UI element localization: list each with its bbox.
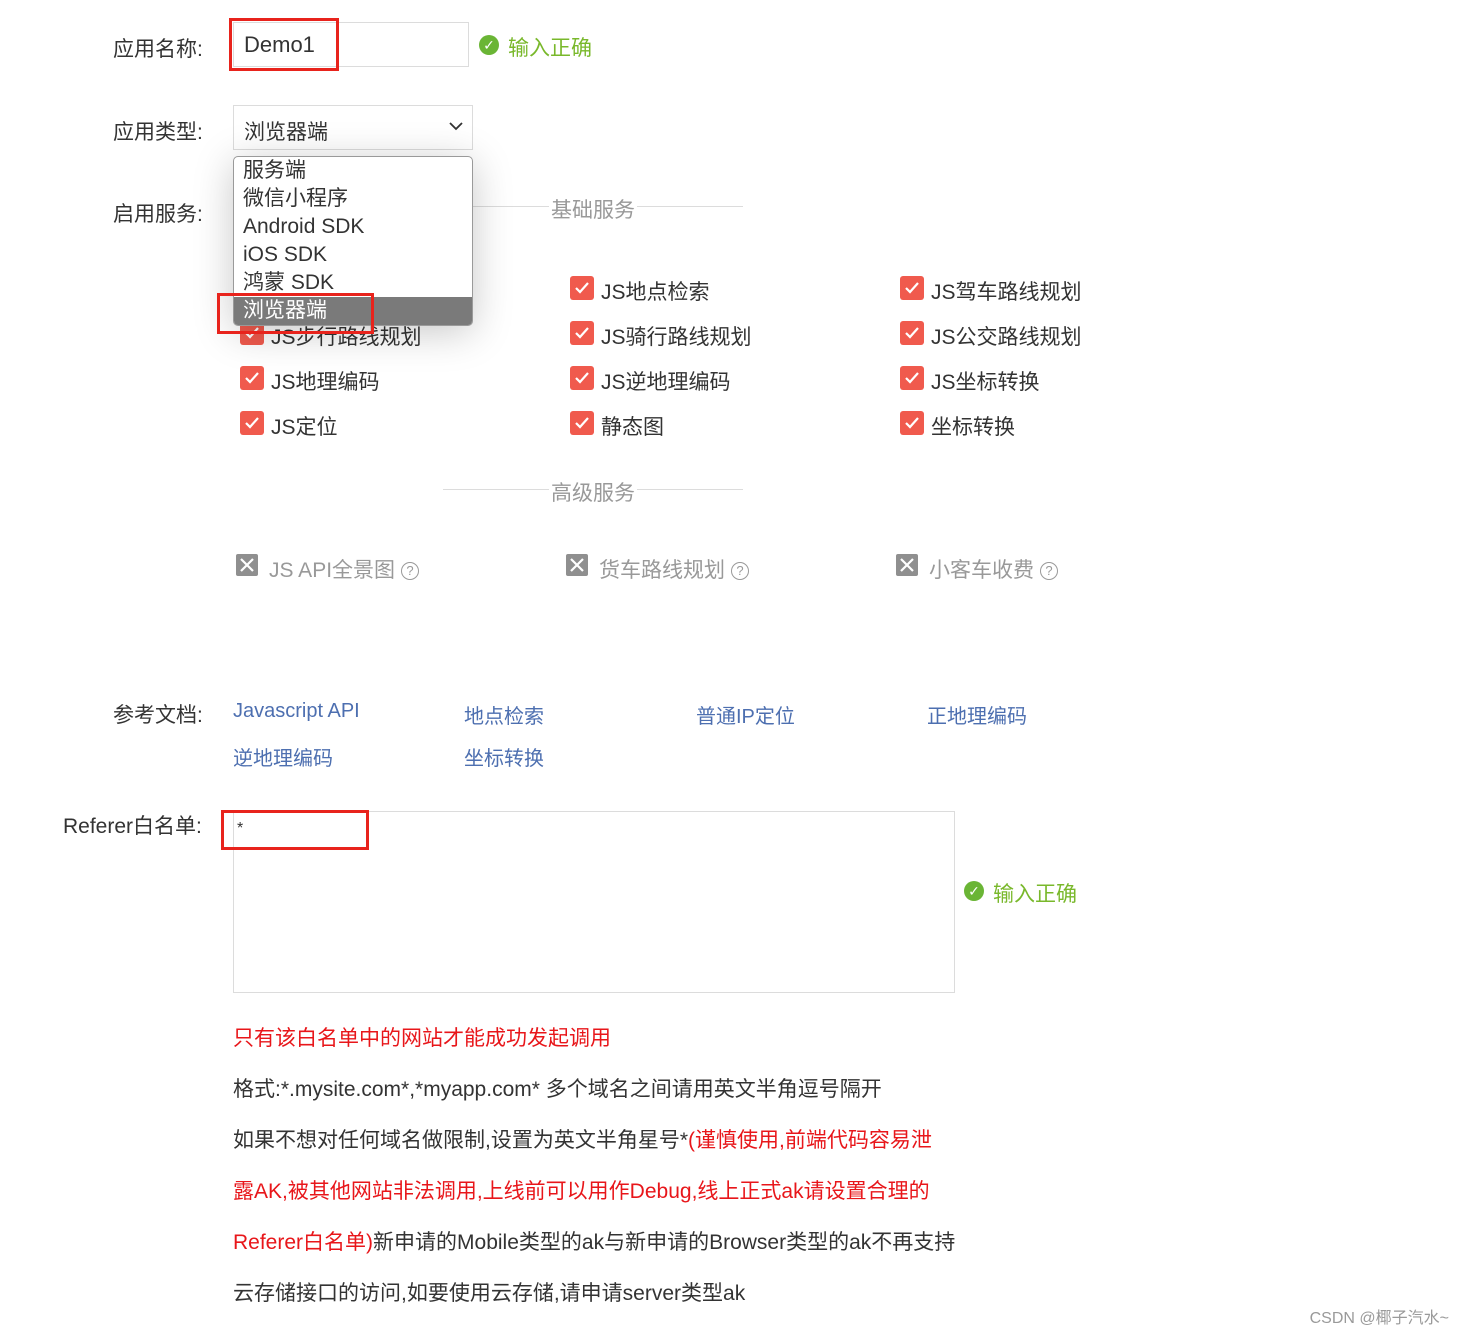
service-label: JS驾车路线规划 (931, 281, 1082, 304)
checkbox-checked[interactable] (900, 276, 924, 300)
referer-note-5b: 新申请的Mobile类型的ak与新申请的Browser类型的ak不再支持 (373, 1231, 956, 1254)
app-name-label: 应用名称: (113, 38, 203, 61)
dropdown-option-selected[interactable]: 浏览器端 (234, 297, 472, 325)
advanced-service-item: 小客车收费? (929, 554, 1058, 584)
checkbox-checked[interactable] (570, 321, 594, 345)
checkbox-checked[interactable] (900, 321, 924, 345)
service-label: 坐标转换 (931, 416, 1015, 439)
checkbox-checked[interactable] (570, 411, 594, 435)
check-circle-icon: ✓ (964, 881, 984, 901)
checkbox-checked[interactable] (240, 366, 264, 390)
service-label: JS骑行路线规划 (601, 326, 752, 349)
doc-link-place-search[interactable]: 地点检索 (464, 700, 544, 729)
app-name-status: 输入正确 (508, 37, 592, 60)
checkbox-checked[interactable] (240, 411, 264, 435)
doc-link-ip-location[interactable]: 普通IP定位 (696, 700, 795, 729)
doc-link-javascript-api[interactable]: Javascript API (233, 700, 360, 723)
help-icon[interactable]: ? (731, 562, 749, 580)
app-name-input[interactable]: Demo1 (233, 22, 469, 67)
referer-note-4: 露AK,被其他网站非法调用,上线前可以用作Debug,线上正式ak请设置合理的 (233, 1180, 930, 1203)
docs-label: 参考文档: (113, 704, 203, 727)
service-label: JS地理编码 (271, 371, 380, 394)
referer-note-2: 格式:*.mysite.com*,*myapp.com* 多个域名之间请用英文半… (233, 1078, 882, 1101)
help-icon[interactable]: ? (401, 562, 420, 580)
referer-status: 输入正确 (993, 883, 1077, 906)
referer-note-3b: (谨慎使用,前端代码容易泄 (688, 1129, 932, 1152)
referer-note-6: 云存储接口的访问,如要使用云存储,请申请server类型ak (233, 1282, 746, 1305)
referer-label: Referer白名单: (63, 815, 202, 838)
chevron-down-icon (449, 122, 463, 131)
basic-services-title: 基础服务 (549, 194, 637, 224)
app-type-selected-value: 浏览器端 (244, 121, 328, 144)
services-label: 启用服务: (113, 203, 203, 226)
app-type-dropdown: 服务端 微信小程序 Android SDK iOS SDK 鸿蒙 SDK 浏览器… (233, 156, 473, 326)
advanced-service-label: 小客车收费 (929, 559, 1034, 582)
checkbox-checked[interactable] (900, 411, 924, 435)
app-type-select[interactable]: 浏览器端 (233, 105, 473, 150)
service-label: 静态图 (601, 416, 664, 439)
service-label: JS公交路线规划 (931, 326, 1082, 349)
dropdown-option[interactable]: 鸿蒙 SDK (234, 269, 472, 297)
help-icon[interactable]: ? (1040, 562, 1058, 580)
referer-note-5: Referer白名单)新申请的Mobile类型的ak与新申请的Browser类型… (233, 1226, 955, 1256)
referer-note-3: 如果不想对任何域名做限制,设置为英文半角星号*(谨慎使用,前端代码容易泄 (233, 1124, 932, 1154)
checkbox-checked[interactable] (570, 276, 594, 300)
referer-textarea[interactable]: * (233, 811, 955, 993)
disabled-checkbox-icon (236, 554, 258, 576)
service-label: JS坐标转换 (931, 371, 1040, 394)
doc-link-reverse-geocoding[interactable]: 逆地理编码 (233, 742, 333, 771)
dropdown-option[interactable]: Android SDK (234, 213, 472, 241)
doc-link-geocoding[interactable]: 正地理编码 (927, 700, 1027, 729)
doc-link-coord-convert[interactable]: 坐标转换 (464, 742, 544, 771)
advanced-service-label: 货车路线规划 (599, 559, 725, 582)
referer-note-3a: 如果不想对任何域名做限制,设置为英文半角星号* (233, 1129, 689, 1152)
referer-note-5a: Referer白名单) (233, 1231, 374, 1254)
dropdown-option[interactable]: iOS SDK (234, 241, 472, 269)
service-label: JS逆地理编码 (601, 371, 731, 394)
checkbox-checked[interactable] (900, 366, 924, 390)
advanced-service-item: 货车路线规划? (599, 554, 749, 584)
watermark: CSDN @椰子汽水~ (1309, 1310, 1449, 1327)
disabled-checkbox-icon (896, 554, 918, 576)
dropdown-option[interactable]: 服务端 (234, 157, 472, 185)
disabled-checkbox-icon (566, 554, 588, 576)
dropdown-option[interactable]: 微信小程序 (234, 185, 472, 213)
service-label: JS定位 (271, 416, 338, 439)
advanced-service-label: JS API全景图 (269, 559, 396, 582)
advanced-service-item: JS API全景图? (269, 554, 420, 584)
check-circle-icon: ✓ (479, 35, 499, 55)
service-label: JS地点检索 (601, 281, 710, 304)
app-type-label: 应用类型: (113, 121, 203, 144)
checkbox-checked[interactable] (570, 366, 594, 390)
advanced-services-title: 高级服务 (549, 477, 637, 507)
referer-note-1: 只有该白名单中的网站才能成功发起调用 (233, 1027, 611, 1050)
